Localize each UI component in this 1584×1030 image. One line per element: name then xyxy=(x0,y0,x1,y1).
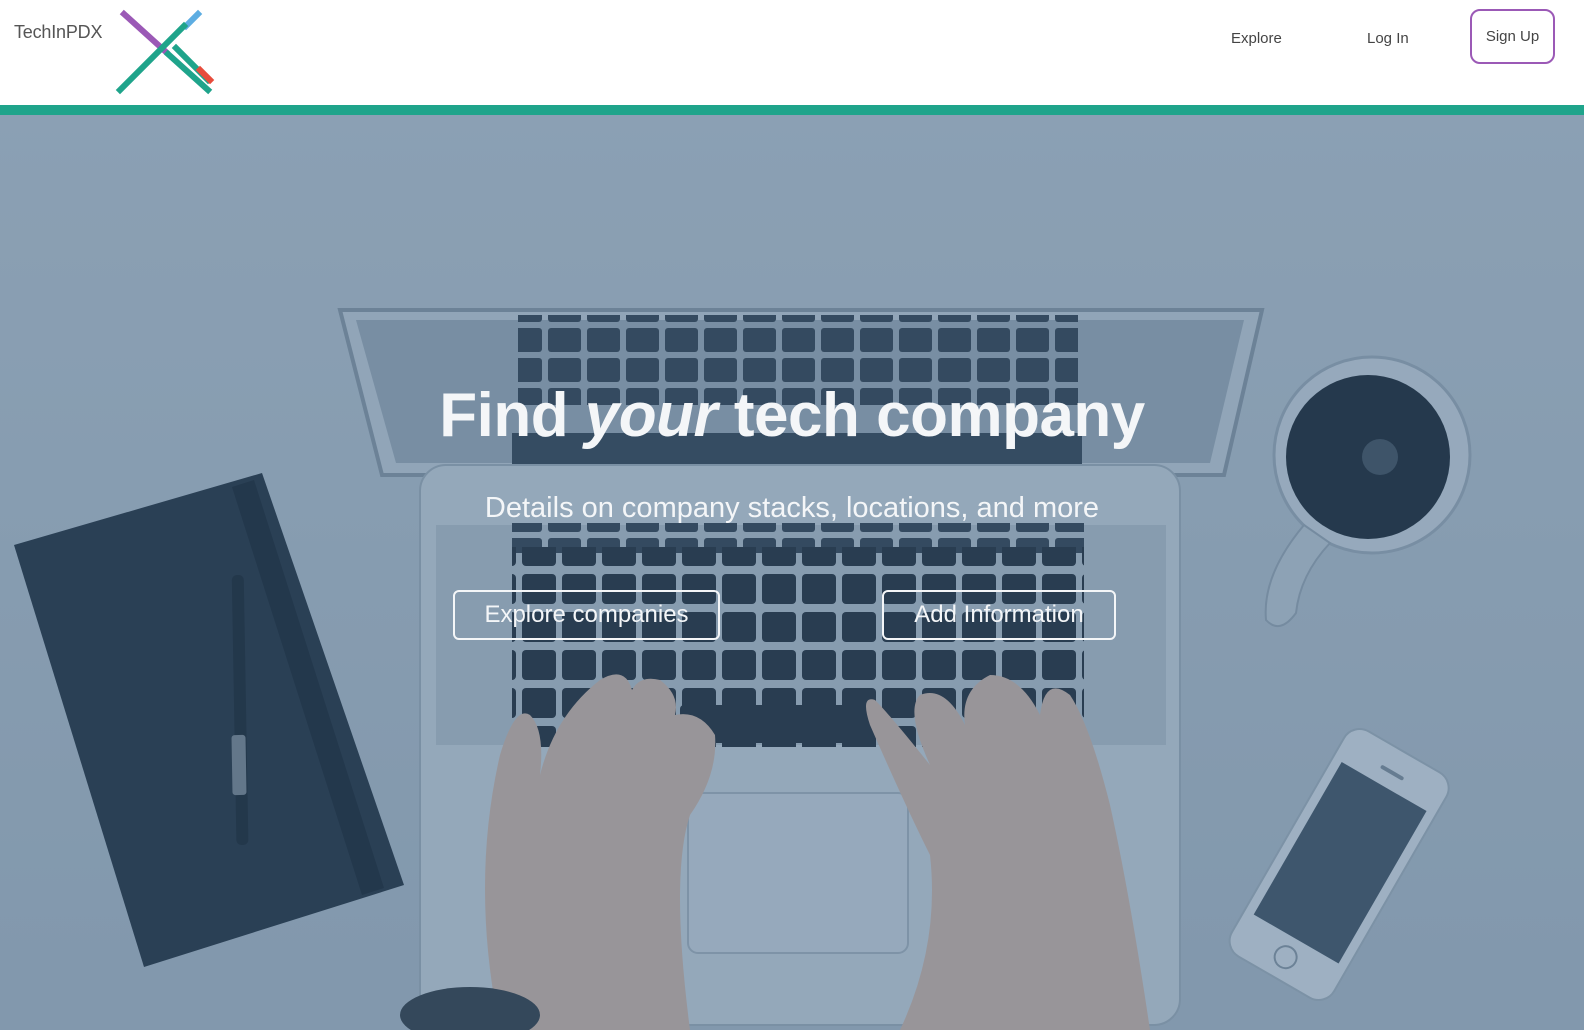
hero-color-overlay xyxy=(0,115,1584,1030)
header-accent-bar xyxy=(0,105,1584,115)
hero-title: Find your tech company xyxy=(0,380,1584,451)
hero-subtitle: Details on company stacks, locations, an… xyxy=(484,492,1100,524)
brand-x-logo-icon[interactable] xyxy=(112,8,222,98)
site-header: TechInPDX Explore Log In Sign Up xyxy=(0,0,1584,105)
nav-explore-link[interactable]: Explore xyxy=(1231,30,1282,47)
hero-title-emphasis: your xyxy=(584,381,718,450)
hero-title-end: tech company xyxy=(717,381,1145,450)
brand-name-link[interactable]: TechInPDX xyxy=(14,22,102,43)
signup-button[interactable]: Sign Up xyxy=(1470,9,1555,64)
add-information-button[interactable]: Add Information xyxy=(882,590,1116,640)
hero-section: Find your tech company Details on compan… xyxy=(0,115,1584,1030)
explore-companies-button[interactable]: Explore companies xyxy=(453,590,720,640)
nav-login-link[interactable]: Log In xyxy=(1367,30,1409,47)
hero-title-start: Find xyxy=(439,381,585,450)
